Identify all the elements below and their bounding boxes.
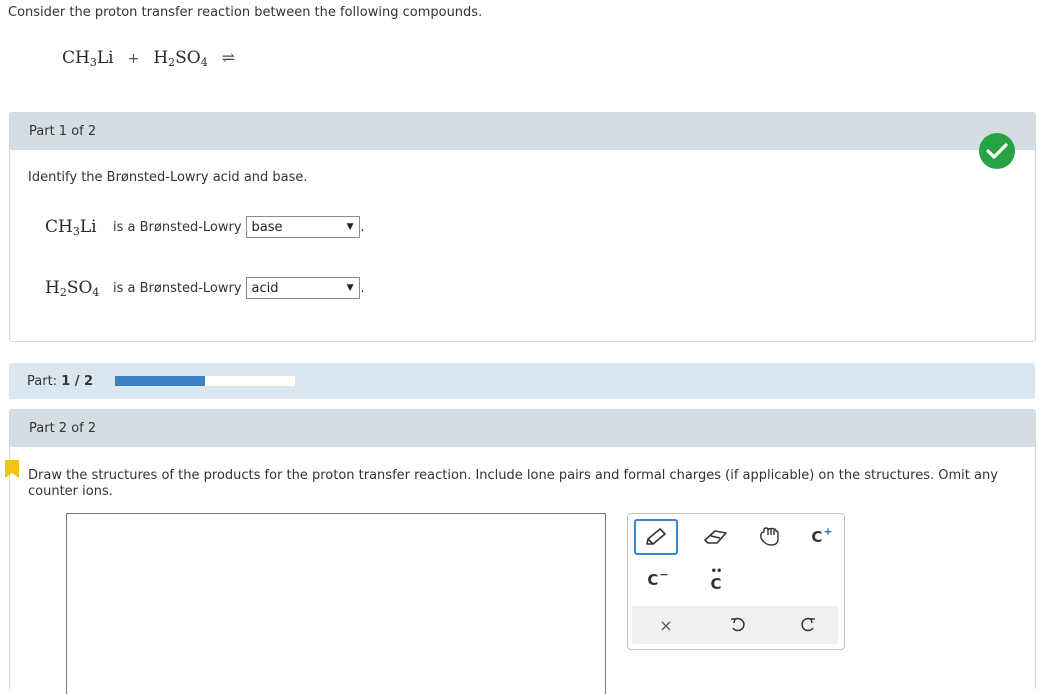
formula-h2so4: H2SO4 <box>45 278 100 299</box>
redo-icon[interactable] <box>790 610 826 640</box>
reactant-h2so4: H2SO4 <box>153 48 208 69</box>
clear-button[interactable]: × <box>648 610 684 640</box>
acid-dropdown[interactable]: acid ▼ <box>245 277 360 299</box>
carbon-anion-tool[interactable]: C − <box>640 566 676 594</box>
undo-icon[interactable] <box>720 610 756 640</box>
progress-label: Part: 1 / 2 <box>27 373 94 389</box>
part2-header: Part 2 of 2 <box>10 410 1035 447</box>
part2-instruction: Draw the structures of the products for … <box>28 468 998 499</box>
part2-panel: Part 2 of 2 Draw the structures of the p… <box>9 409 1036 694</box>
plus-sign: + <box>127 51 140 67</box>
part1-header: Part 1 of 2 <box>10 113 1035 150</box>
part-progress: Part: 1 / 2 <box>9 363 1035 399</box>
drawing-toolbox: C + C − •• C × <box>627 513 845 650</box>
acid-row: H2SO4 is a Brønsted-Lowry acid ▼ . <box>45 277 365 299</box>
equilibrium-arrow: ⇌ <box>221 48 236 67</box>
row2-period: . <box>360 280 365 296</box>
lone-pair-tool[interactable]: •• C <box>698 566 734 594</box>
reaction-equation: CH3Li + H2SO4 ⇌ <box>62 48 235 68</box>
question-prompt: Consider the proton transfer reaction be… <box>8 5 483 20</box>
eraser-icon[interactable] <box>696 522 736 552</box>
hand-icon[interactable] <box>750 522 790 552</box>
check-icon <box>979 133 1015 169</box>
base-dropdown[interactable]: base ▼ <box>245 216 360 238</box>
row1-phrase: is a Brønsted-Lowry <box>113 219 242 235</box>
pencil-icon[interactable] <box>634 519 678 555</box>
row2-phrase: is a Brønsted-Lowry <box>113 280 242 296</box>
caret-down-icon: ▼ <box>346 222 354 232</box>
carbon-cation-tool[interactable]: C + <box>804 522 840 552</box>
row1-period: . <box>360 219 365 235</box>
acid-dropdown-value: acid <box>251 280 279 296</box>
formula-ch3li: CH3Li <box>45 217 97 238</box>
drawing-canvas[interactable] <box>66 513 606 694</box>
part1-instruction: Identify the Brønsted-Lowry acid and bas… <box>28 170 308 185</box>
reactant-ch3li: CH3Li <box>62 48 114 69</box>
caret-down-icon: ▼ <box>346 283 354 293</box>
base-row: CH3Li is a Brønsted-Lowry base ▼ . <box>45 216 365 238</box>
base-dropdown-value: base <box>251 219 283 235</box>
progress-track <box>115 376 295 386</box>
part1-panel: Part 1 of 2 Identify the Brønsted-Lowry … <box>9 112 1036 342</box>
progress-fill <box>115 376 205 386</box>
